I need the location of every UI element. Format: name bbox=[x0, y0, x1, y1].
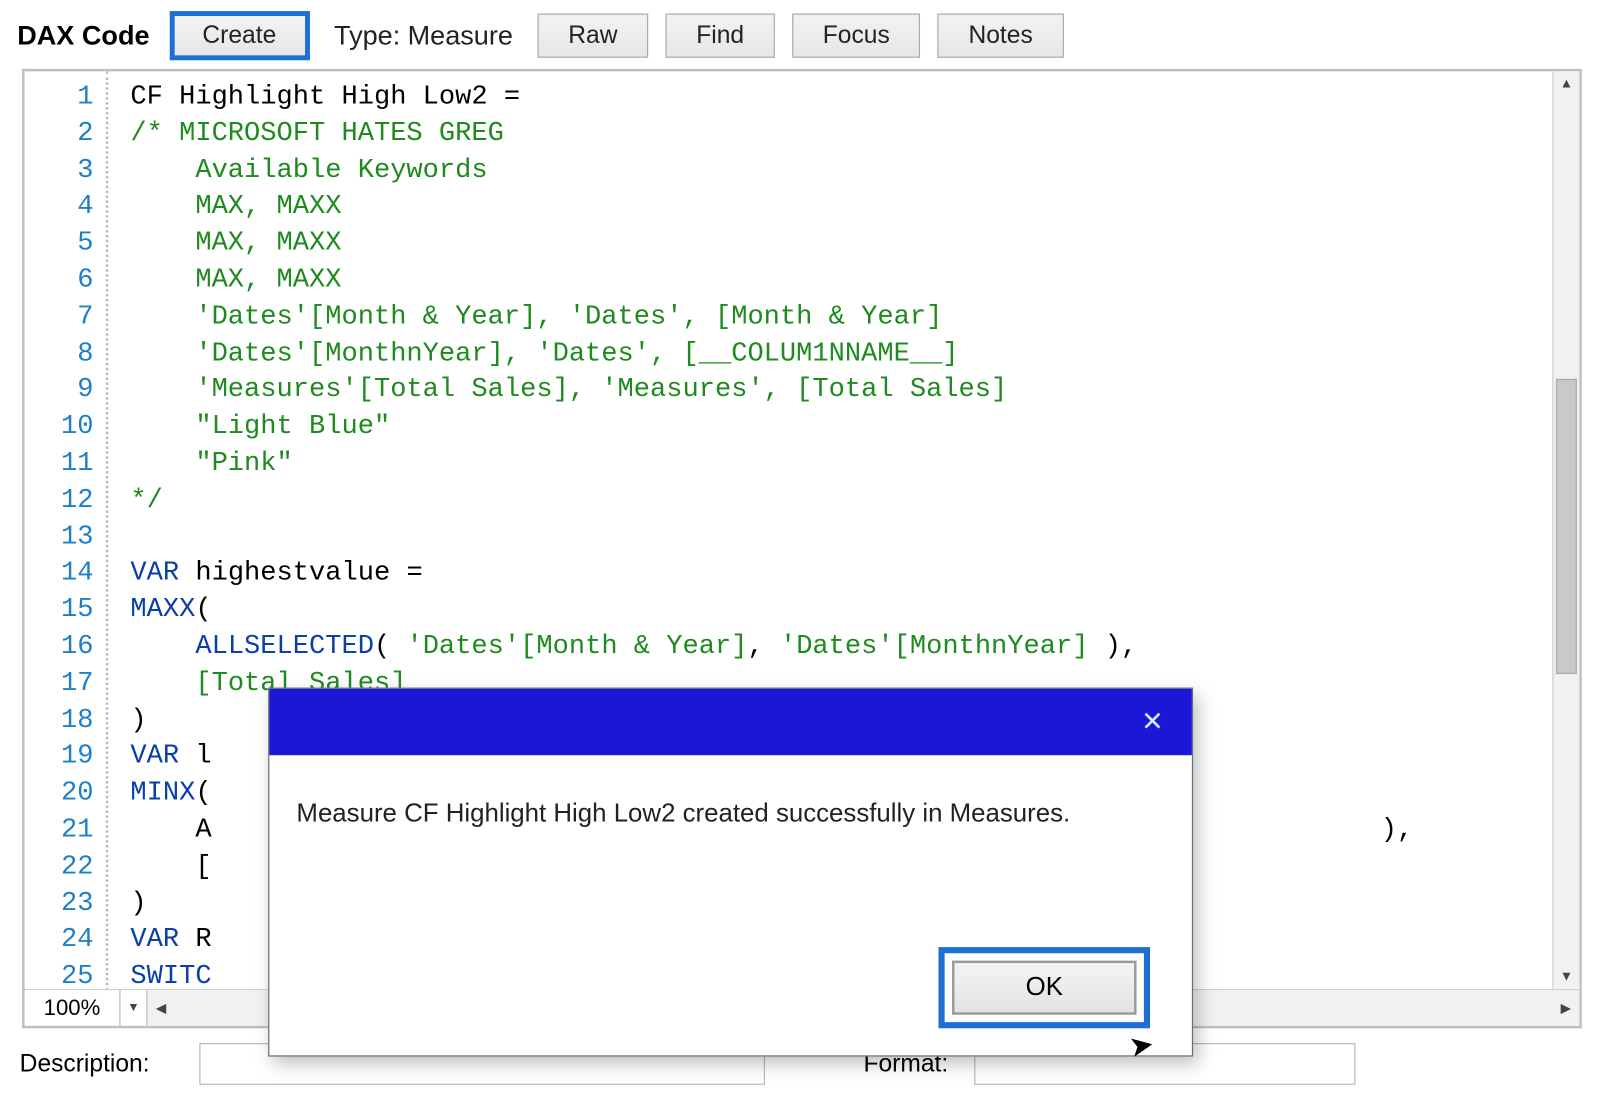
notes-button[interactable]: Notes bbox=[938, 14, 1064, 58]
type-value: Measure bbox=[408, 20, 513, 52]
raw-button[interactable]: Raw bbox=[538, 14, 649, 58]
close-icon[interactable]: ✕ bbox=[1135, 706, 1169, 738]
dialog-message: Measure CF Highlight High Low2 created s… bbox=[269, 755, 1192, 829]
line-number-gutter: 1234567891011121314151617181920212223242… bbox=[25, 71, 109, 989]
message-dialog: ✕ Measure CF Highlight High Low2 created… bbox=[268, 688, 1193, 1057]
scroll-right-arrow[interactable]: ▶ bbox=[1552, 990, 1579, 1026]
focus-button[interactable]: Focus bbox=[792, 14, 920, 58]
scroll-up-arrow[interactable]: ▲ bbox=[1553, 71, 1579, 96]
scroll-down-arrow[interactable]: ▼ bbox=[1553, 964, 1579, 989]
dialog-titlebar[interactable]: ✕ bbox=[269, 689, 1192, 755]
zoom-dropdown[interactable]: ▼ bbox=[121, 990, 148, 1026]
vertical-scrollbar[interactable]: ▲ ▼ bbox=[1552, 71, 1579, 989]
find-button[interactable]: Find bbox=[665, 14, 774, 58]
description-label: Description: bbox=[15, 1050, 200, 1078]
scroll-thumb[interactable] bbox=[1556, 379, 1577, 674]
scroll-left-arrow[interactable]: ◀ bbox=[148, 990, 175, 1026]
type-label: Type: bbox=[334, 20, 400, 52]
zoom-level[interactable]: 100% bbox=[25, 990, 121, 1026]
ok-button[interactable]: OK bbox=[952, 961, 1137, 1015]
create-button[interactable]: Create bbox=[172, 14, 307, 58]
toolbar: DAX Code Create Type: Measure Raw Find F… bbox=[0, 0, 1599, 69]
section-title: DAX Code bbox=[17, 20, 149, 52]
